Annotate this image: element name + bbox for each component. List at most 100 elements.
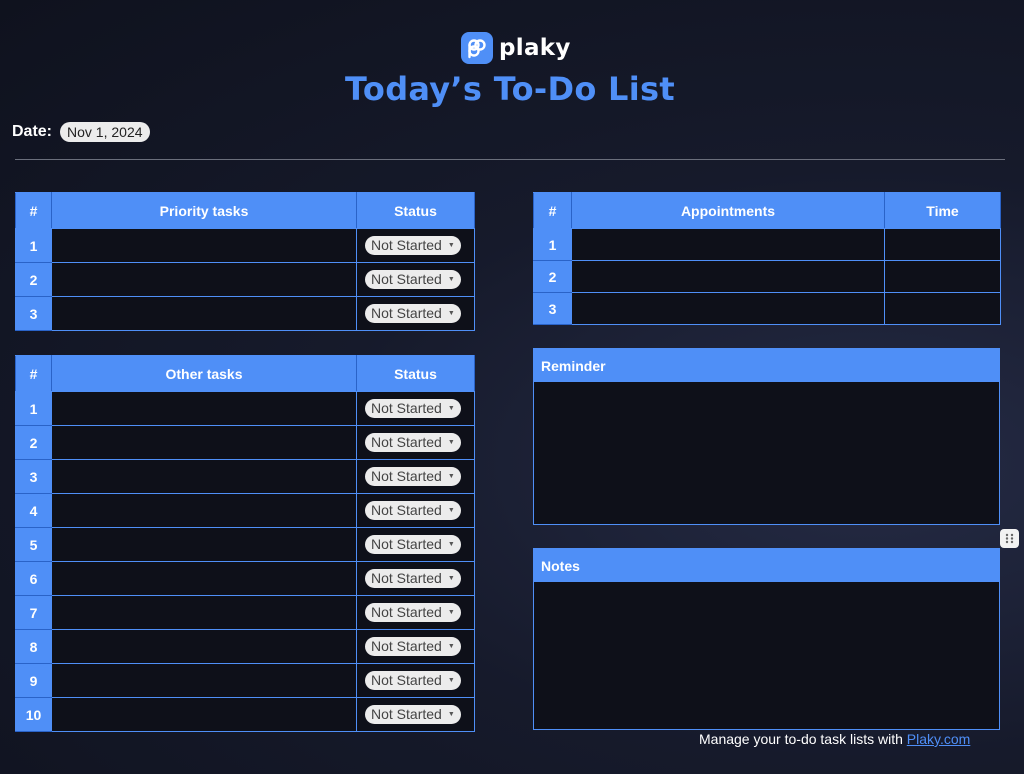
column-header-other-tasks: Other tasks	[51, 355, 357, 392]
task-cell[interactable]	[51, 697, 357, 732]
time-cell[interactable]	[884, 260, 1001, 293]
caret-down-icon: ▼	[447, 575, 455, 582]
plaky-link[interactable]: Plaky.com	[907, 731, 971, 747]
status-label: Not Started	[371, 434, 442, 450]
date-row: Date: Nov 1, 2024	[12, 122, 150, 142]
row-number: 9	[15, 663, 52, 698]
status-dropdown[interactable]: Not Started ▼	[365, 399, 461, 418]
status-label: Not Started	[371, 672, 442, 688]
status-dropdown[interactable]: Not Started ▼	[365, 603, 461, 622]
status-label: Not Started	[371, 502, 442, 518]
table-row: 2	[533, 260, 1001, 293]
status-dropdown[interactable]: Not Started ▼	[365, 236, 461, 255]
status-label: Not Started	[371, 536, 442, 552]
date-label: Date:	[12, 123, 53, 140]
status-label: Not Started	[371, 638, 442, 654]
brand-logo: plaky	[461, 31, 571, 64]
status-label: Not Started	[371, 305, 442, 321]
status-label: Not Started	[371, 468, 442, 484]
status-cell: Not Started ▼	[356, 425, 475, 460]
reminder-title: Reminder	[534, 349, 999, 382]
other-tasks-table: # Other tasks Status 1 Not Started ▼ 2 No…	[15, 355, 475, 732]
table-row: 9 Not Started ▼	[15, 663, 475, 698]
task-cell[interactable]	[51, 595, 357, 630]
column-header-priority-tasks: Priority tasks	[51, 192, 357, 229]
row-number: 2	[15, 262, 52, 297]
appointment-cell[interactable]	[571, 228, 885, 261]
status-dropdown[interactable]: Not Started ▼	[365, 705, 461, 724]
notes-panel: Notes	[533, 548, 1000, 730]
caret-down-icon: ▼	[447, 507, 455, 514]
status-cell: Not Started ▼	[356, 629, 475, 664]
brand-name: plaky	[499, 34, 571, 61]
status-cell: Not Started ▼	[356, 391, 475, 426]
task-cell[interactable]	[51, 561, 357, 596]
footer: Manage your to-do task lists with Plaky.…	[699, 731, 970, 747]
caret-down-icon: ▼	[447, 473, 455, 480]
task-cell[interactable]	[51, 391, 357, 426]
task-cell[interactable]	[51, 459, 357, 494]
table-row: 3 Not Started ▼	[15, 296, 475, 331]
status-dropdown[interactable]: Not Started ▼	[365, 569, 461, 588]
status-label: Not Started	[371, 570, 442, 586]
status-dropdown[interactable]: Not Started ▼	[365, 433, 461, 452]
drag-handle-icon[interactable]	[1000, 529, 1019, 548]
status-cell: Not Started ▼	[356, 228, 475, 263]
task-cell[interactable]	[51, 296, 357, 331]
status-cell: Not Started ▼	[356, 561, 475, 596]
status-label: Not Started	[371, 237, 442, 253]
status-dropdown[interactable]: Not Started ▼	[365, 467, 461, 486]
table-row: 2 Not Started ▼	[15, 262, 475, 297]
caret-down-icon: ▼	[447, 242, 455, 249]
appointment-cell[interactable]	[571, 260, 885, 293]
status-dropdown[interactable]: Not Started ▼	[365, 535, 461, 554]
time-cell[interactable]	[884, 292, 1001, 325]
row-number: 1	[15, 391, 52, 426]
status-cell: Not Started ▼	[356, 493, 475, 528]
column-header-time: Time	[884, 192, 1001, 229]
date-picker[interactable]: Nov 1, 2024	[60, 122, 150, 142]
status-cell: Not Started ▼	[356, 296, 475, 331]
notes-body[interactable]	[534, 582, 999, 729]
task-cell[interactable]	[51, 663, 357, 698]
column-header-status: Status	[356, 355, 475, 392]
table-row: 3 Not Started ▼	[15, 459, 475, 494]
caret-down-icon: ▼	[447, 643, 455, 650]
status-dropdown[interactable]: Not Started ▼	[365, 637, 461, 656]
caret-down-icon: ▼	[447, 405, 455, 412]
appointment-cell[interactable]	[571, 292, 885, 325]
status-cell: Not Started ▼	[356, 697, 475, 732]
notes-title: Notes	[534, 549, 999, 582]
task-cell[interactable]	[51, 262, 357, 297]
time-cell[interactable]	[884, 228, 1001, 261]
task-cell[interactable]	[51, 425, 357, 460]
table-row: 4 Not Started ▼	[15, 493, 475, 528]
reminder-panel: Reminder	[533, 348, 1000, 525]
caret-down-icon: ▼	[447, 711, 455, 718]
caret-down-icon: ▼	[447, 276, 455, 283]
table-row: 5 Not Started ▼	[15, 527, 475, 562]
status-label: Not Started	[371, 271, 442, 287]
appointments-table: # Appointments Time 1 2 3	[533, 192, 1001, 325]
table-row: 6 Not Started ▼	[15, 561, 475, 596]
task-cell[interactable]	[51, 228, 357, 263]
status-cell: Not Started ▼	[356, 663, 475, 698]
plaky-logo-icon	[461, 31, 493, 64]
reminder-body[interactable]	[534, 382, 999, 524]
table-row: 3	[533, 292, 1001, 325]
status-dropdown[interactable]: Not Started ▼	[365, 501, 461, 520]
row-number: 3	[533, 292, 572, 325]
divider	[15, 159, 1005, 160]
status-dropdown[interactable]: Not Started ▼	[365, 671, 461, 690]
task-cell[interactable]	[51, 493, 357, 528]
row-number: 7	[15, 595, 52, 630]
task-cell[interactable]	[51, 629, 357, 664]
row-number: 4	[15, 493, 52, 528]
priority-tasks-table: # Priority tasks Status 1 Not Started ▼ 2…	[15, 192, 475, 331]
task-cell[interactable]	[51, 527, 357, 562]
status-dropdown[interactable]: Not Started ▼	[365, 270, 461, 289]
row-number: 8	[15, 629, 52, 664]
table-row: 2 Not Started ▼	[15, 425, 475, 460]
row-number: 3	[15, 296, 52, 331]
status-dropdown[interactable]: Not Started ▼	[365, 304, 461, 323]
